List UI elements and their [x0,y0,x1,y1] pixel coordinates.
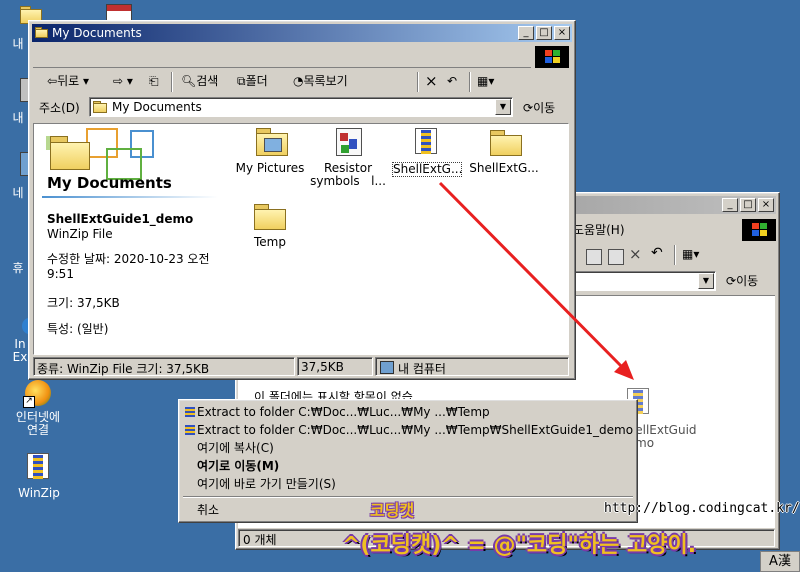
menu-item-label: 취소 [197,503,220,517]
menu-item-label: 여기에 바로 가기 만들기(S) [197,477,336,491]
menu-item-label: Extract to folder C:₩Doc...₩Luc...₩My ..… [197,405,490,419]
menu-item-move-here[interactable]: 여기로 이동(M) [183,457,633,475]
menu-item-label: 여기로 이동(M) [197,459,280,473]
menu-item-extract-subfolder[interactable]: Extract to folder C:₩Doc...₩Luc...₩My ..… [183,421,633,439]
menu-item-extract-temp[interactable]: Extract to folder C:₩Doc...₩Luc...₩My ..… [183,403,633,421]
ime-indicator[interactable]: A漢 [760,551,800,572]
menu-item-label: 여기에 복사(C) [197,441,274,455]
winzip-small-icon [185,407,195,417]
menu-item-copy-here[interactable]: 여기에 복사(C) [183,439,633,457]
winzip-small-icon [185,425,195,435]
tagline: ^(코딩캣)^ = @"코딩"하는 고양이. [342,533,697,558]
menu-item-create-shortcut[interactable]: 여기에 바로 가기 만들기(S) [183,475,633,493]
blog-url: http://blog.codingcat.kr/ [604,501,800,516]
menu-item-label: Extract to folder C:₩Doc...₩Luc...₩My ..… [197,423,634,437]
logo-text: 코딩캣 [370,501,415,520]
